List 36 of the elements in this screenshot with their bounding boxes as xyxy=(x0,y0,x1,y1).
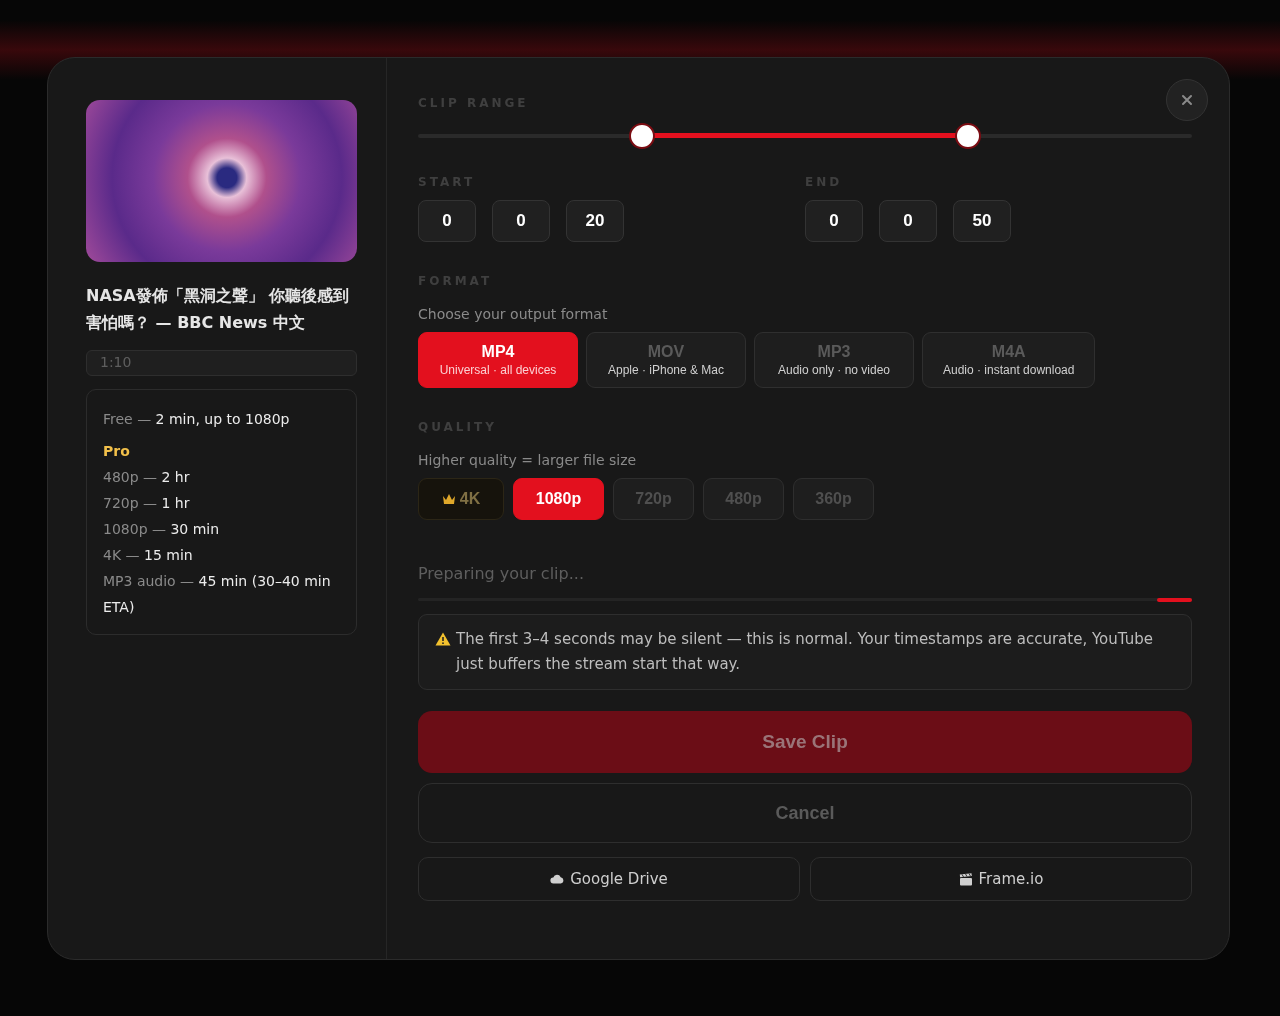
format-option[interactable]: M4A Audio · instant download xyxy=(922,332,1096,388)
format-hint: Choose your output format xyxy=(418,306,609,322)
format-option[interactable]: MOV Apple · iPhone & Mac xyxy=(586,332,746,388)
pro-limit-text: MP3 audio — 45 min (30–40 min ETA) xyxy=(103,572,332,617)
pro-limit-text: 480p — 2 hr xyxy=(103,468,191,487)
cloud-icon xyxy=(550,874,565,884)
quality-option[interactable]: 4K xyxy=(418,478,504,520)
close-button[interactable] xyxy=(1166,79,1208,121)
slider-handle[interactable] xyxy=(954,123,981,149)
notice-text: The first 3–4 seconds may be silent — this is normal. Your timestamps are accurate, YouTube just buffers the stream start that way. xyxy=(456,629,1154,675)
pro-limit-text: 1080p — 30 min xyxy=(103,520,221,539)
time-field[interactable]: 50 xyxy=(953,200,1011,242)
pro-limit-text: 4K — 15 min xyxy=(103,546,194,565)
quality-option[interactable]: 1080p xyxy=(513,478,604,520)
format-option[interactable]: MP3 Audio only · no video xyxy=(754,332,914,388)
format-option[interactable]: MP4 Universal · all devices xyxy=(418,332,578,388)
pro-heading: Pro xyxy=(103,442,131,461)
slider-handle[interactable] xyxy=(629,123,656,149)
crown-icon xyxy=(441,493,456,505)
time-field[interactable]: 0 xyxy=(879,200,937,242)
time-field[interactable]: 0 xyxy=(805,200,863,242)
export-button[interactable]: Frame.io xyxy=(810,857,1192,901)
close-icon xyxy=(1181,94,1193,106)
status-text: Preparing your clip... xyxy=(418,564,585,583)
time-field[interactable]: 0 xyxy=(418,200,476,242)
duration-field: 1:10 xyxy=(86,350,357,376)
free-limit-text: Free — 2 min, up to 1080p xyxy=(103,410,291,429)
export-button[interactable]: Google Drive xyxy=(418,857,800,901)
range-slider[interactable] xyxy=(418,123,1192,149)
video-title: NASA發佈「黑洞之聲」 你聽後感到害怕嗎？ — BBC News 中文 xyxy=(86,285,351,334)
time-field[interactable]: 0 xyxy=(492,200,550,242)
clapperboard-icon xyxy=(958,872,973,886)
quality-hint: Higher quality = larger file size xyxy=(418,452,638,468)
time-field[interactable]: 20 xyxy=(566,200,624,242)
pro-limit-text: 720p — 1 hr xyxy=(103,494,191,513)
warning-icon xyxy=(435,632,451,646)
